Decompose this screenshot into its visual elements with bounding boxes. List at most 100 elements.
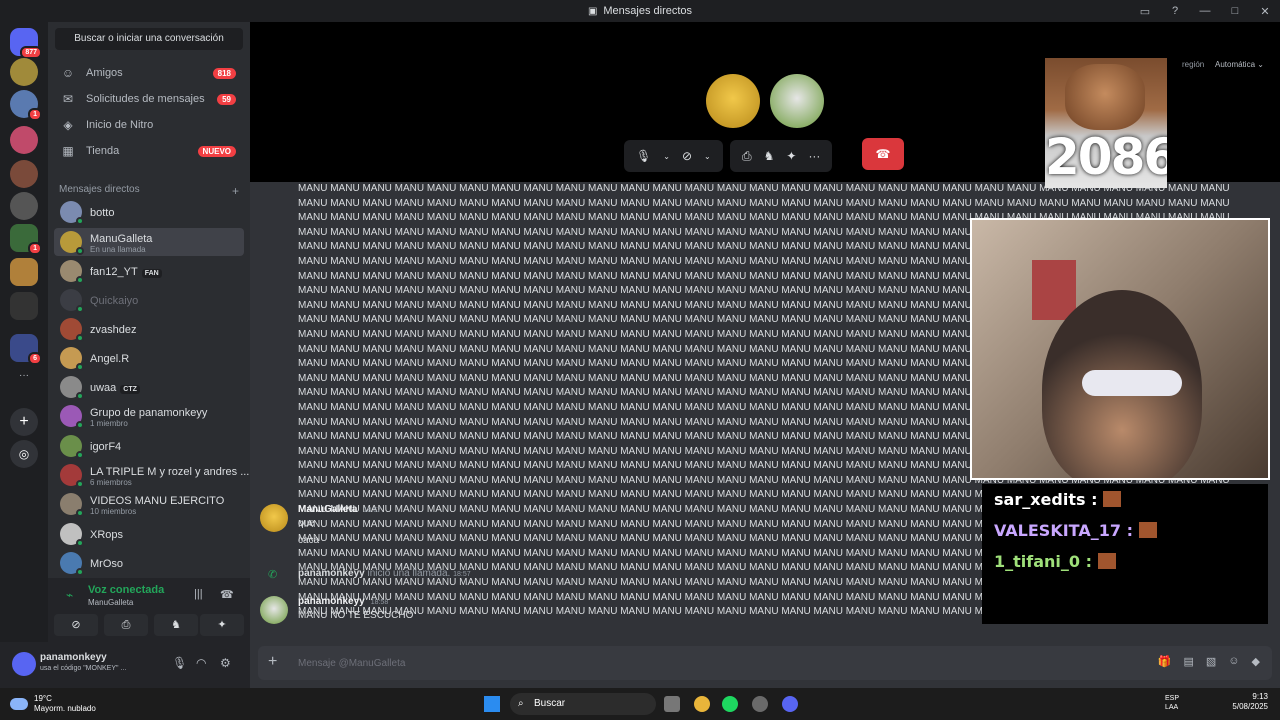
sticker-icon[interactable]: ▧ xyxy=(1206,655,1216,668)
dm-item[interactable]: uwaa CTZ xyxy=(54,373,244,401)
emote-icon xyxy=(1103,491,1122,507)
screen-share-button[interactable]: ⎙ xyxy=(104,614,148,636)
poster-image xyxy=(1032,260,1076,320)
server-icon[interactable] xyxy=(10,192,38,220)
language-indicator[interactable]: ESP LAA xyxy=(1165,694,1179,712)
camera-off-button[interactable]: ⊘ xyxy=(54,614,98,636)
server-icon[interactable]: 1 xyxy=(10,90,42,121)
settings-gear-icon[interactable]: ⚙ xyxy=(220,656,231,670)
attach-plus-icon[interactable]: + xyxy=(268,653,277,671)
emote-icon xyxy=(1138,522,1157,538)
message-author[interactable]: ManuGalleta xyxy=(298,504,357,515)
dm-item[interactable]: fan12_YT FAN xyxy=(54,257,244,285)
system-author[interactable]: panamonkeyy xyxy=(298,568,365,579)
chevron-down-icon[interactable]: ⌄ xyxy=(704,152,711,161)
headphones-icon[interactable]: ◠ xyxy=(196,656,206,670)
dm-item[interactable]: Quickaiyo xyxy=(54,286,244,314)
window-title-text: Mensajes directos xyxy=(603,5,693,17)
discover-icon[interactable]: ◎ xyxy=(10,440,38,468)
dm-item[interactable]: VIDEOS MANU EJERCITO 10 miembros xyxy=(54,490,244,518)
dm-name: ManuGalleta xyxy=(90,232,153,245)
microphone-icon[interactable]: 🎙 xyxy=(172,656,187,670)
gift-icon[interactable]: 🎁 xyxy=(1158,655,1172,668)
taskbar-search[interactable]: ⌕ Buscar xyxy=(510,693,656,715)
more-icon[interactable]: ··· xyxy=(10,370,38,398)
server-icon[interactable] xyxy=(10,160,38,188)
server-folder[interactable] xyxy=(10,258,38,286)
dm-item[interactable]: botto xyxy=(54,198,244,226)
chrome-icon[interactable] xyxy=(694,696,710,712)
windows-start-icon[interactable] xyxy=(484,696,500,712)
more-icon[interactable]: ··· xyxy=(808,149,820,163)
server-icon[interactable] xyxy=(10,58,38,86)
microphone-icon[interactable]: 🎙 xyxy=(636,149,651,163)
soundboard-icon[interactable]: ✦ xyxy=(786,149,796,163)
dm-item[interactable]: igorF4 xyxy=(54,432,244,460)
avatar xyxy=(60,289,84,313)
avatar[interactable] xyxy=(260,596,288,624)
status-dot-icon xyxy=(76,276,84,284)
username[interactable]: panamonkeyy xyxy=(40,652,107,663)
find-conversation-button[interactable]: Buscar o iniciar una conversación xyxy=(55,28,243,50)
stream-chat-overlay: sar_xedits : VALESKITA_17 : 1_tifani_0 : xyxy=(982,484,1268,624)
call-avatar[interactable] xyxy=(770,74,824,128)
dm-item[interactable]: LA TRIPLE M y rozel y andres ... 6 miembr… xyxy=(54,461,249,489)
maximize-button[interactable]: □ xyxy=(1220,5,1250,17)
dm-item[interactable]: MrOso xyxy=(54,549,244,577)
dm-item[interactable]: XRops xyxy=(54,520,244,548)
nav-message-requests[interactable]: ✉ Solicitudes de mensajes 59 xyxy=(54,86,244,112)
activities-icon[interactable]: ♞ xyxy=(764,149,775,163)
camera-off-icon[interactable]: ⊘ xyxy=(682,149,692,163)
home-button[interactable]: 877 xyxy=(10,28,42,59)
avatar xyxy=(60,464,84,488)
add-server-icon[interactable]: + xyxy=(10,408,38,436)
chat-line: sar_xedits : xyxy=(994,490,1122,509)
message-timestamp: 18:57 xyxy=(453,571,471,578)
soundboard-icon[interactable]: ||| xyxy=(194,588,203,600)
message-input[interactable] xyxy=(298,654,1098,672)
avatar[interactable] xyxy=(260,504,288,532)
help-icon[interactable]: ? xyxy=(1160,5,1190,17)
disconnect-icon[interactable]: ☎ xyxy=(220,588,234,601)
screen-share-icon[interactable]: ⎙ xyxy=(742,149,752,164)
app-icon[interactable] xyxy=(752,696,768,712)
dm-item[interactable]: ManuGalleta En una llamada xyxy=(54,228,244,256)
call-avatar[interactable] xyxy=(706,74,760,128)
inbox-icon[interactable]: ▭ xyxy=(1130,5,1160,18)
nav-nitro[interactable]: ◈ Inicio de Nitro xyxy=(54,112,244,138)
create-dm-icon[interactable]: + xyxy=(232,184,239,198)
server-icon[interactable] xyxy=(10,126,38,154)
gif-icon[interactable]: ▤ xyxy=(1183,655,1193,668)
spotify-icon[interactable] xyxy=(722,696,738,712)
chat-line: 1_tifani_0 : xyxy=(994,552,1116,571)
server-folder[interactable]: 1 xyxy=(10,224,42,255)
dm-item[interactable]: Angel.R xyxy=(54,344,244,372)
webcam-overlay xyxy=(970,218,1270,480)
message-author[interactable]: panamonkeyy xyxy=(298,596,365,607)
file-explorer-icon[interactable] xyxy=(664,696,680,712)
dm-item[interactable]: zvashdez xyxy=(54,315,244,343)
stream-overlay-image: 2086 xyxy=(1045,58,1167,188)
close-button[interactable]: ✕ xyxy=(1250,5,1280,18)
apps-icon[interactable]: ◆ xyxy=(1252,655,1260,668)
minimize-button[interactable]: — xyxy=(1190,5,1220,17)
server-list: 877 1 1 6 ··· + ◎ xyxy=(0,22,48,688)
weather-widget[interactable]: 19°C Mayorm. nublado xyxy=(10,694,96,713)
avatar[interactable] xyxy=(12,652,36,676)
region-select[interactable]: Automática ⌄ xyxy=(1215,60,1264,69)
dm-name: botto xyxy=(90,207,115,220)
server-folder[interactable] xyxy=(10,292,38,320)
nav-shop[interactable]: ▦ Tienda NUEVO xyxy=(54,138,244,164)
discord-taskbar-icon[interactable] xyxy=(782,696,798,712)
nav-friends[interactable]: ☺ Amigos 818 xyxy=(54,60,244,86)
activities-button[interactable]: ♞ xyxy=(154,614,198,636)
hang-up-button[interactable]: ☎ xyxy=(862,138,904,170)
soundboard-button[interactable]: ✦ xyxy=(200,614,244,636)
emoji-icon[interactable]: ☺ xyxy=(1228,655,1239,668)
chevron-down-icon[interactable]: ⌄ xyxy=(663,152,670,161)
clock[interactable]: 9:13 5/08/2025 xyxy=(1232,692,1268,713)
dm-item[interactable]: Grupo de panamonkeyy 1 miembro xyxy=(54,402,244,430)
voice-status[interactable]: Voz conectada xyxy=(88,584,164,596)
server-folder[interactable]: 6 xyxy=(10,334,42,365)
mentions-badge: 1 xyxy=(28,108,42,121)
